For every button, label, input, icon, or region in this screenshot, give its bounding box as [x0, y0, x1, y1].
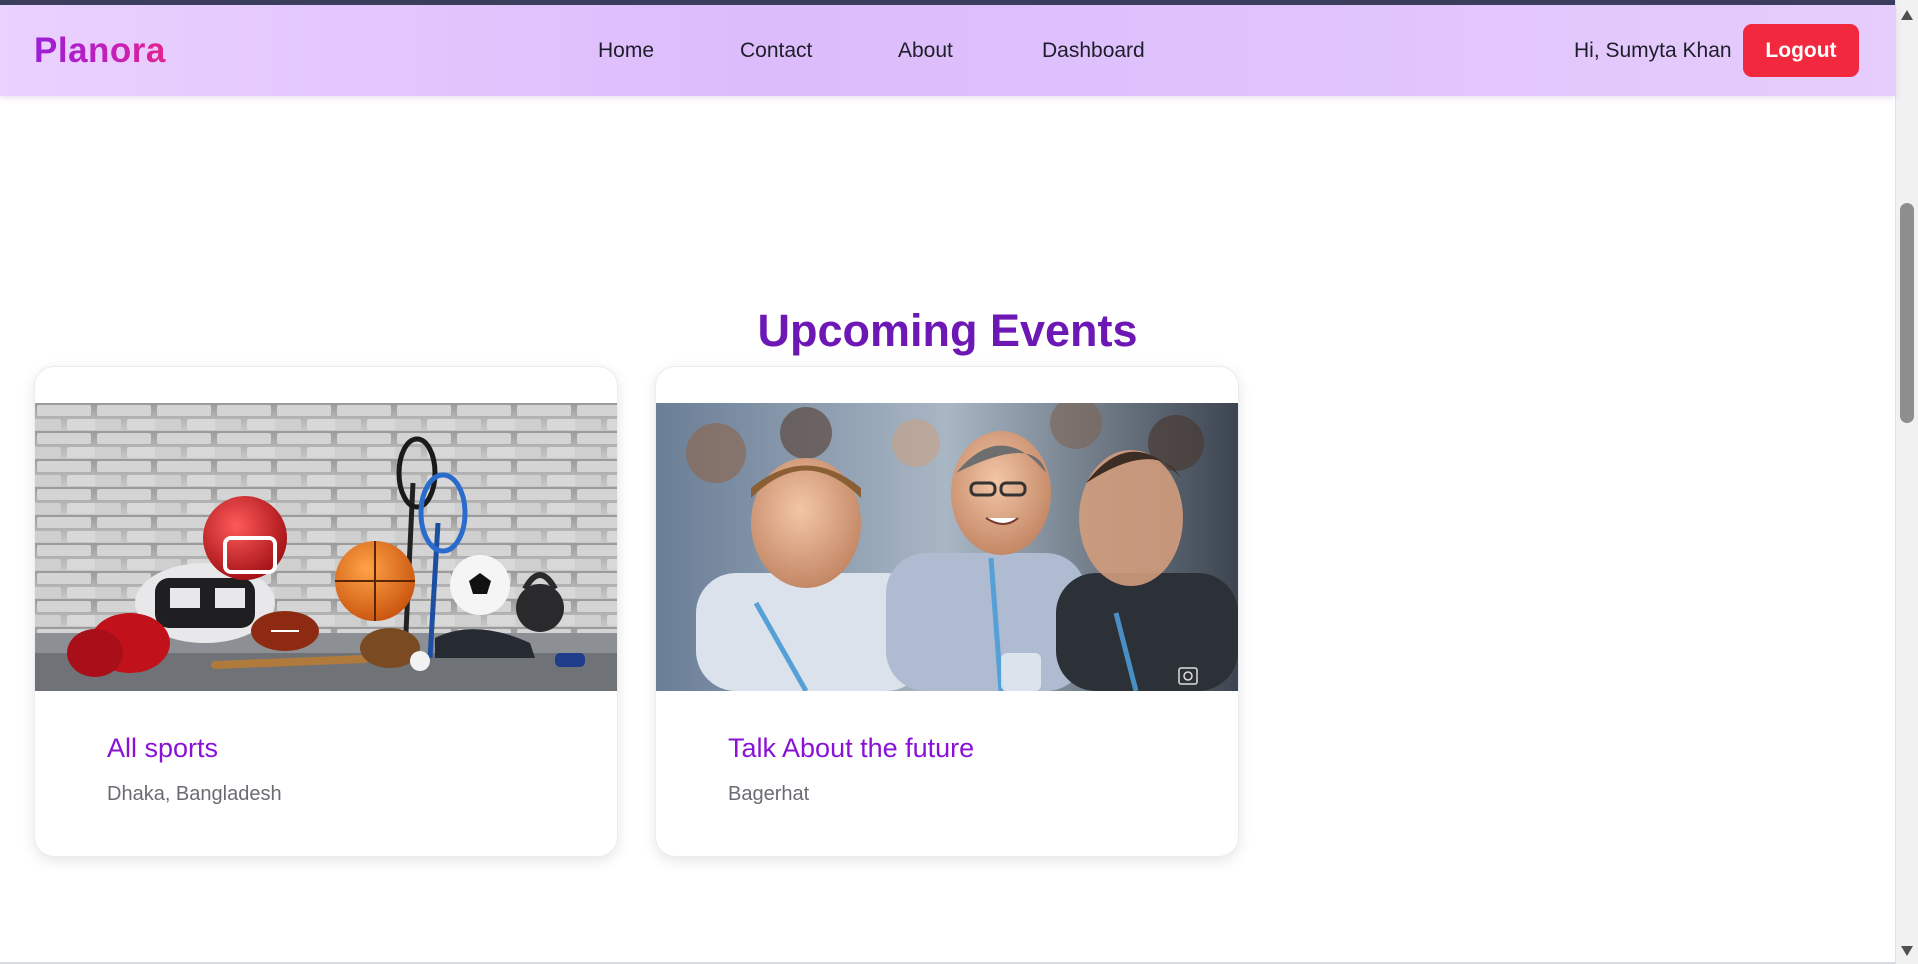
- scrollbar-thumb[interactable]: [1900, 203, 1914, 423]
- user-greeting: Hi, Sumyta Khan: [1574, 39, 1732, 62]
- browser-viewport: Planora Home Contact About Dashboard Hi,…: [0, 0, 1918, 964]
- brand-logo[interactable]: Planora: [34, 31, 166, 71]
- nav-link-home[interactable]: Home: [598, 39, 654, 63]
- logout-button[interactable]: Logout: [1743, 24, 1859, 77]
- nav-link-about[interactable]: About: [898, 39, 953, 63]
- event-title[interactable]: All sports: [107, 733, 218, 764]
- navbar: Planora Home Contact About Dashboard Hi,…: [0, 5, 1895, 96]
- sports-equipment-image: [35, 403, 617, 691]
- event-card-talk-about-the-future[interactable]: Talk About the future Bagerhat: [655, 366, 1239, 857]
- event-location: Bagerhat: [728, 783, 810, 805]
- nav-link-contact[interactable]: Contact: [740, 39, 812, 63]
- section-title: Upcoming Events: [757, 305, 1138, 357]
- conference-audience-image: [656, 403, 1238, 691]
- vertical-scrollbar[interactable]: [1895, 0, 1918, 964]
- event-location: Dhaka, Bangladesh: [107, 783, 282, 805]
- nav-link-dashboard[interactable]: Dashboard: [1042, 39, 1145, 63]
- event-card-all-sports[interactable]: All sports Dhaka, Bangladesh: [34, 366, 618, 857]
- event-image-sports-equipment: [35, 403, 617, 691]
- event-image-conference-audience: [656, 403, 1238, 691]
- scroll-up-arrow-icon[interactable]: [1901, 10, 1913, 20]
- scroll-down-arrow-icon[interactable]: [1901, 946, 1913, 956]
- event-title[interactable]: Talk About the future: [728, 733, 974, 764]
